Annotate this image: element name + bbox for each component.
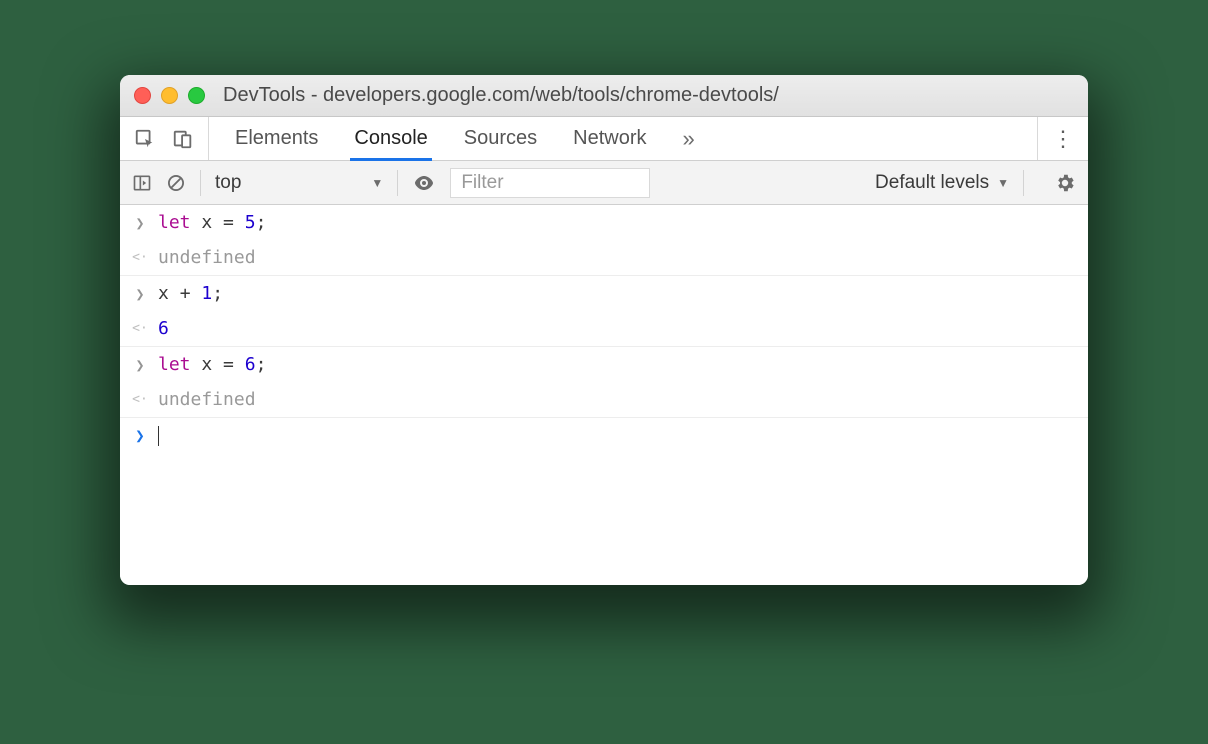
- tab-bar: Elements Console Sources Network » ⋮: [120, 117, 1088, 161]
- tab-network[interactable]: Network: [573, 117, 646, 160]
- console-code: x + 1;: [158, 283, 223, 304]
- context-selector[interactable]: top ▼: [215, 172, 383, 194]
- titlebar: DevTools - developers.google.com/web/too…: [120, 75, 1088, 117]
- console-body: ❯ let x = 5; <· undefined ❯ x + 1; <· 6 …: [120, 205, 1088, 585]
- menu-icon[interactable]: ⋮: [1052, 117, 1074, 160]
- output-chevron-icon: <·: [132, 250, 148, 265]
- toggle-sidebar-icon[interactable]: [132, 161, 152, 204]
- zoom-window-button[interactable]: [188, 87, 205, 104]
- console-input-row: ❯ let x = 6;: [120, 347, 1088, 382]
- console-input-row: ❯ x + 1;: [120, 276, 1088, 311]
- inspect-element-icon[interactable]: [134, 117, 156, 160]
- traffic-lights: [134, 87, 205, 104]
- console-output-row: <· undefined: [120, 382, 1088, 418]
- live-expression-icon[interactable]: [412, 161, 436, 204]
- settings-icon[interactable]: [1054, 161, 1076, 204]
- close-window-button[interactable]: [134, 87, 151, 104]
- console-input[interactable]: [158, 425, 159, 446]
- console-result: undefined: [158, 389, 256, 410]
- devtools-window: DevTools - developers.google.com/web/too…: [120, 75, 1088, 585]
- tabs-right-controls: ⋮: [1037, 117, 1088, 160]
- chevron-down-icon: ▼: [371, 176, 383, 190]
- context-label: top: [215, 172, 241, 194]
- input-chevron-icon: ❯: [132, 356, 148, 374]
- divider: [200, 170, 201, 196]
- console-result: undefined: [158, 247, 256, 268]
- tab-sources[interactable]: Sources: [464, 117, 537, 160]
- tab-console[interactable]: Console: [354, 117, 427, 160]
- prompt-chevron-icon: ❯: [132, 426, 148, 445]
- clear-console-icon[interactable]: [166, 161, 186, 204]
- filter-input[interactable]: Filter: [450, 168, 650, 198]
- console-input-row: ❯ let x = 5;: [120, 205, 1088, 240]
- console-code: let x = 6;: [158, 354, 266, 375]
- tab-more[interactable]: »: [683, 117, 695, 160]
- log-level-selector[interactable]: Default levels ▼: [875, 172, 1009, 194]
- output-chevron-icon: <·: [132, 321, 148, 336]
- tab-elements[interactable]: Elements: [235, 117, 318, 160]
- text-cursor: [158, 426, 159, 446]
- tab-list: Elements Console Sources Network »: [209, 117, 1037, 160]
- window-title: DevTools - developers.google.com/web/too…: [223, 84, 779, 107]
- console-code: let x = 5;: [158, 212, 266, 233]
- console-result: 6: [158, 318, 169, 339]
- input-chevron-icon: ❯: [132, 214, 148, 232]
- console-toolbar: top ▼ Filter Default levels ▼: [120, 161, 1088, 205]
- divider: [1023, 170, 1024, 196]
- tabs-left-controls: [120, 117, 209, 160]
- input-chevron-icon: ❯: [132, 285, 148, 303]
- chevron-down-icon: ▼: [997, 176, 1009, 190]
- console-output-row: <· undefined: [120, 240, 1088, 276]
- levels-label: Default levels: [875, 172, 989, 194]
- minimize-window-button[interactable]: [161, 87, 178, 104]
- toggle-device-icon[interactable]: [172, 117, 194, 160]
- output-chevron-icon: <·: [132, 392, 148, 407]
- console-output-row: <· 6: [120, 311, 1088, 347]
- console-prompt-row[interactable]: ❯: [120, 418, 1088, 453]
- divider: [397, 170, 398, 196]
